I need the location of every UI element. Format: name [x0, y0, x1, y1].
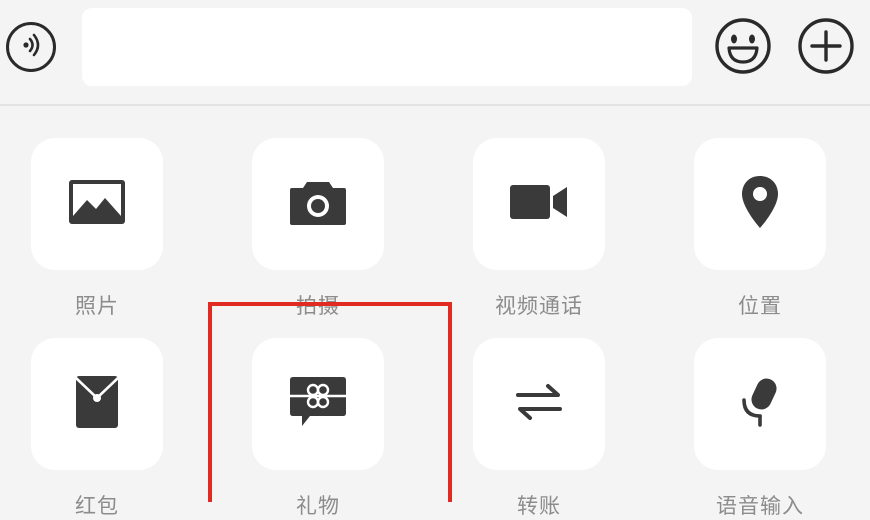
smile-emoji-icon — [714, 17, 772, 79]
panel-item-transfer-tile[interactable] — [473, 338, 605, 470]
panel-item-voice-input-tile[interactable] — [694, 338, 826, 470]
panel-item-red-packet-tile[interactable] — [31, 338, 163, 470]
camera-icon — [289, 178, 347, 230]
panel-item-gift-label: 礼物 — [296, 494, 340, 518]
plus-circle-icon — [797, 17, 855, 79]
panel-item-gift-tile[interactable] — [252, 338, 384, 470]
location-pin-icon — [740, 174, 780, 234]
panel-item-camera-label: 拍摄 — [296, 294, 340, 318]
panel-item-video-call-tile[interactable] — [473, 138, 605, 270]
panel-item-voice-input[interactable]: 语音输入 — [694, 338, 826, 520]
panel-item-video-call-label: 视频通话 — [495, 294, 583, 318]
panel-item-location[interactable]: 位置 — [694, 138, 826, 320]
panel-item-location-tile[interactable] — [694, 138, 826, 270]
transfer-icon — [514, 382, 564, 426]
chat-input-bar — [0, 0, 870, 106]
panel-item-camera[interactable]: 拍摄 — [252, 138, 384, 320]
panel-item-video-call[interactable]: 视频通话 — [473, 138, 605, 320]
red-packet-icon — [74, 374, 120, 434]
photo-icon — [68, 179, 126, 229]
panel-item-photo[interactable]: 照片 — [31, 138, 163, 320]
panel-item-red-packet-label: 红包 — [75, 494, 119, 518]
panel-item-transfer-label: 转账 — [517, 494, 561, 518]
panel-item-camera-tile[interactable] — [252, 138, 384, 270]
panel-item-red-packet[interactable]: 红包 — [31, 338, 163, 520]
gift-icon — [288, 375, 348, 433]
panel-item-gift[interactable]: 礼物 — [252, 338, 384, 520]
voice-input-icon — [738, 376, 782, 432]
voice-icon — [16, 30, 46, 64]
more-functions-button[interactable] — [796, 18, 856, 78]
emoji-button[interactable] — [713, 18, 773, 78]
panel-item-voice-input-label: 语音输入 — [716, 494, 804, 518]
message-input[interactable] — [82, 8, 692, 86]
panel-item-photo-label: 照片 — [75, 294, 119, 318]
panel-item-photo-tile[interactable] — [31, 138, 163, 270]
video-call-icon — [509, 182, 569, 226]
panel-item-location-label: 位置 — [738, 294, 782, 318]
panel-item-transfer[interactable]: 转账 — [473, 338, 605, 520]
voice-toggle-button[interactable] — [6, 22, 56, 72]
